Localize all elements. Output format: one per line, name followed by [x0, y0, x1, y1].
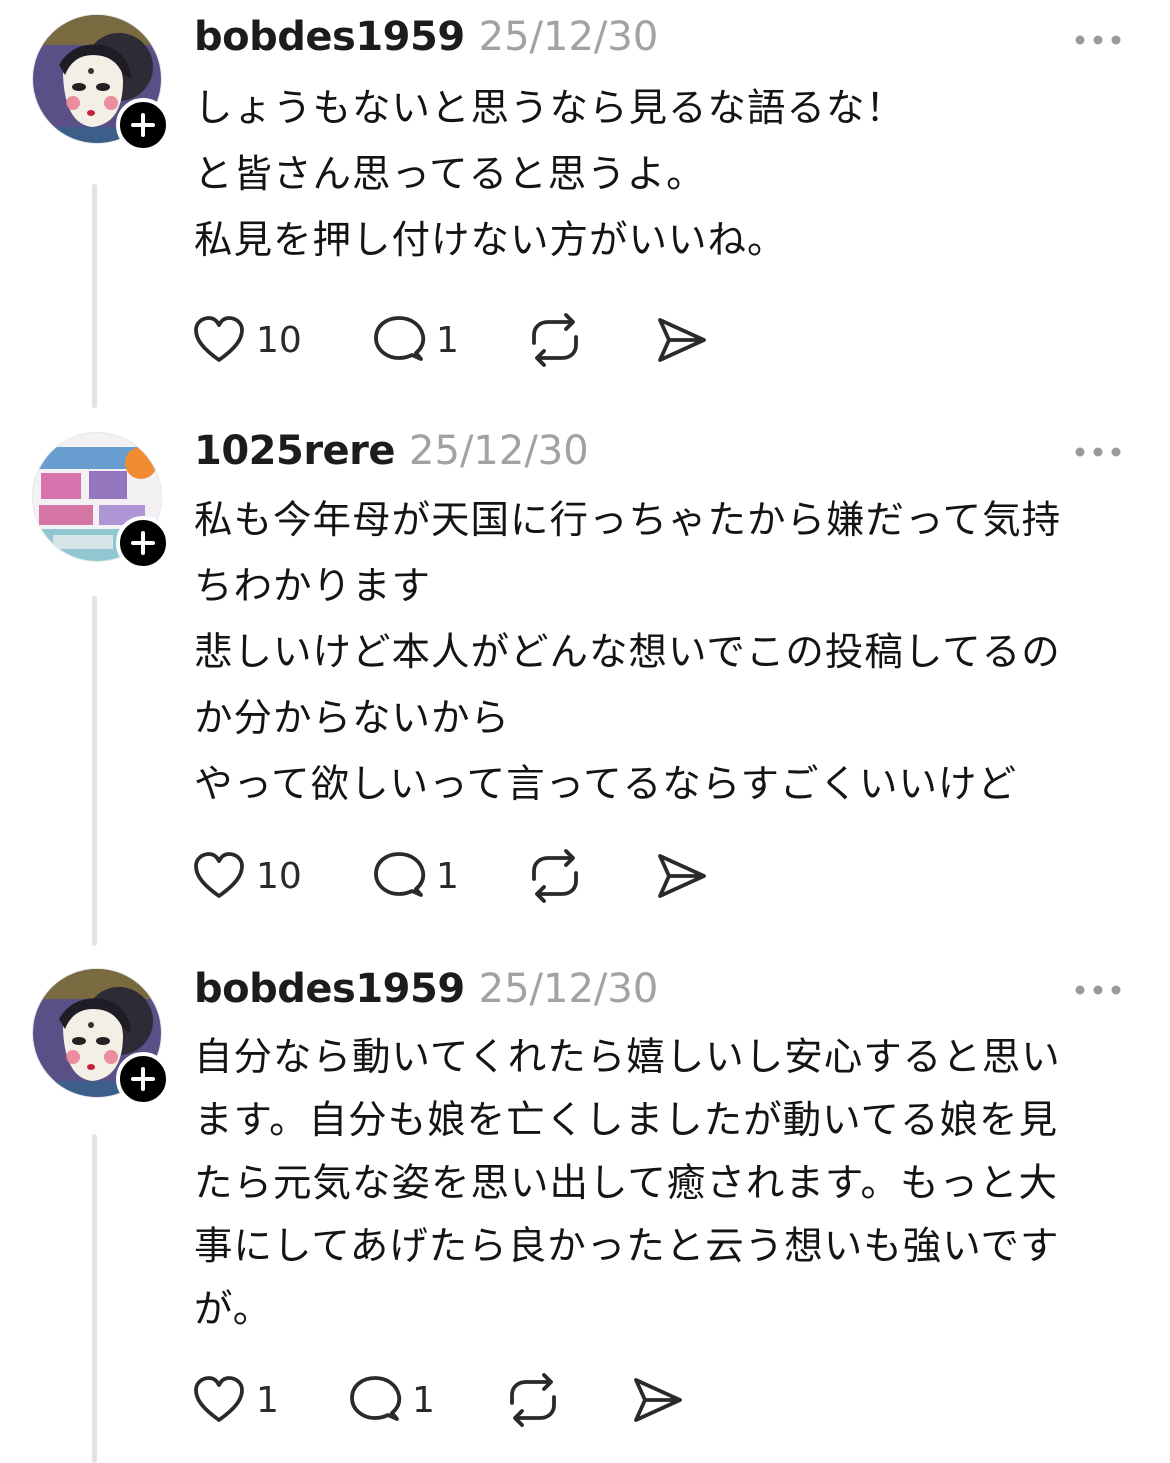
more-options-button[interactable] [1072, 980, 1124, 1000]
post: 1025rere 25/12/30 私も今年母が天国に行っちゃたから嫌だって気持… [0, 418, 1170, 948]
post-body: 私も今年母が天国に行っちゃたから嫌だって気持 ちわかります 悲しいけど本人がどん… [194, 488, 1134, 818]
like-button[interactable]: 10 [192, 846, 302, 906]
post-date: 25/12/30 [409, 428, 589, 474]
repost-button[interactable] [526, 310, 584, 370]
post-text-line: たら元気な姿を思い出して癒されます。もっと大 [194, 1161, 1058, 1206]
post-date: 25/12/30 [478, 14, 659, 60]
follow-button[interactable] [116, 98, 170, 152]
share-button[interactable] [630, 1370, 686, 1430]
thread-line [92, 1134, 97, 1463]
avatar-container[interactable] [32, 968, 170, 1106]
repost-button[interactable] [526, 846, 584, 906]
plus-icon [131, 1067, 155, 1091]
post-text-line: 私も今年母が天国に行っちゃたから嫌だって気持 [194, 498, 1062, 543]
repost-icon [532, 849, 578, 903]
comment-icon [374, 852, 426, 897]
post-text-line: 悲しいけど本人がどんな想いでこの投稿してるの [194, 630, 1061, 675]
plus-icon [131, 113, 155, 137]
more-options-icon [1075, 35, 1121, 45]
send-icon [658, 318, 706, 362]
like-button[interactable]: 1 [192, 1370, 279, 1430]
plus-icon [131, 531, 155, 555]
send-icon [658, 854, 706, 898]
post-text-line: 自分なら動いてくれたら嬉しいし安心すると思い [194, 1035, 1061, 1080]
reply-button[interactable]: 1 [372, 846, 459, 906]
reply-button[interactable]: 1 [348, 1370, 435, 1430]
post-text-line: か分からないから [194, 696, 511, 741]
comment-icon [350, 1376, 402, 1421]
username[interactable]: bobdes1959 [194, 966, 465, 1012]
post-body: 自分なら動いてくれたら嬉しいし安心すると思い ます。自分も娘を亡くしましたが動い… [194, 1026, 1134, 1341]
post-header: 1025rere 25/12/30 [194, 428, 589, 484]
heart-icon [194, 1376, 244, 1422]
repost-icon [532, 313, 578, 367]
more-options-button[interactable] [1072, 442, 1124, 462]
like-count: 10 [256, 855, 302, 897]
thread-line [92, 184, 97, 408]
comment-icon [374, 316, 426, 361]
avatar-container[interactable] [32, 14, 170, 152]
post-text-line: が。 [194, 1287, 273, 1332]
heart-icon [194, 316, 244, 362]
like-count: 10 [256, 319, 302, 361]
thread-line [92, 596, 97, 946]
share-button[interactable] [654, 846, 710, 906]
reply-count: 1 [436, 855, 459, 897]
post: bobdes1959 25/12/30 しょうもないと思うなら見るな語るな！ と… [0, 0, 1170, 415]
post-text-line: と皆さん思ってると思うよ。 [194, 152, 706, 197]
post-date: 25/12/30 [478, 966, 659, 1012]
post-header: bobdes1959 25/12/30 [194, 966, 658, 1022]
like-count: 1 [256, 1379, 279, 1421]
avatar-container[interactable] [32, 432, 170, 570]
reply-count: 1 [412, 1379, 435, 1421]
more-options-button[interactable] [1072, 30, 1124, 50]
post-text-line: ちわかります [194, 564, 432, 609]
post-text-line: やって欲しいって言ってるならすごくいいけど [194, 762, 1017, 807]
username[interactable]: 1025rere [194, 428, 396, 474]
post-text-line: 事にしてあげたら良かったと云う想いも強いです [194, 1224, 1060, 1269]
post-text-line: しょうもないと思うなら見るな語るな！ [194, 86, 906, 131]
reply-button[interactable]: 1 [372, 310, 459, 370]
post: bobdes1959 25/12/30 自分なら動いてくれたら嬉しいし安心すると… [0, 954, 1170, 1463]
repost-icon [510, 1373, 556, 1427]
post-body: しょうもないと思うなら見るな語るな！ と皆さん思ってると思うよ。 私見を押し付け… [194, 76, 1134, 274]
follow-button[interactable] [116, 1052, 170, 1106]
follow-button[interactable] [116, 516, 170, 570]
post-header: bobdes1959 25/12/30 [194, 14, 658, 70]
reply-count: 1 [436, 319, 459, 361]
send-icon [634, 1378, 682, 1422]
heart-icon [194, 852, 244, 898]
more-options-icon [1075, 985, 1121, 995]
post-text-line: 私見を押し付けない方がいいね。 [194, 218, 787, 263]
post-text-line: ます。自分も娘を亡くしましたが動いてる娘を見 [194, 1098, 1058, 1143]
like-button[interactable]: 10 [192, 310, 302, 370]
more-options-icon [1075, 447, 1121, 457]
repost-button[interactable] [504, 1370, 562, 1430]
username[interactable]: bobdes1959 [194, 14, 465, 60]
share-button[interactable] [654, 310, 710, 370]
